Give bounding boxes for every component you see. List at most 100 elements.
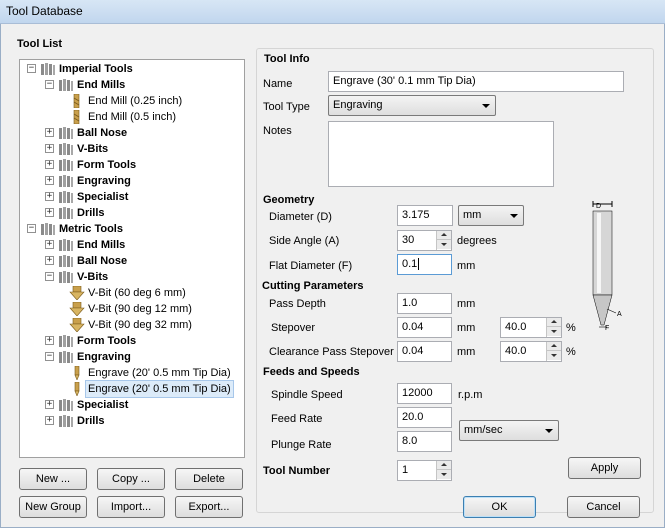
tool-group-icon [58, 254, 74, 268]
tree-node[interactable]: − Imperial Tools [20, 61, 244, 77]
ok-button[interactable]: OK [463, 496, 536, 518]
tree-node-label: Specialist [77, 191, 129, 203]
pass-depth-field[interactable]: 1.0 [397, 293, 452, 314]
diameter-field[interactable]: 3.175 [397, 205, 453, 226]
tool-type-dropdown[interactable]: Engraving [328, 95, 496, 116]
expand-icon[interactable]: + [45, 176, 54, 185]
expand-icon[interactable]: + [45, 400, 54, 409]
import-button[interactable]: Import... [97, 496, 165, 518]
tree-node[interactable]: Engrave (20' 0.5 mm Tip Dia) [20, 380, 244, 398]
cutting-parameters-heading: Cutting Parameters [262, 280, 364, 292]
tree-node[interactable]: − V-Bits [20, 269, 244, 285]
tree-node[interactable]: + Drills [20, 413, 244, 429]
new-group-button[interactable]: New Group [19, 496, 87, 518]
clearance-spinner[interactable] [546, 342, 561, 361]
tree-node[interactable]: + V-Bits [20, 141, 244, 157]
diameter-units-dropdown[interactable]: mm [458, 205, 524, 226]
new-tool-button[interactable]: New ... [19, 468, 87, 490]
expand-icon[interactable]: + [45, 416, 54, 425]
spin-down-icon[interactable] [437, 470, 451, 479]
expand-icon[interactable]: + [45, 208, 54, 217]
expand-icon[interactable]: + [45, 256, 54, 265]
expand-icon[interactable]: + [45, 160, 54, 169]
spin-down-icon[interactable] [437, 240, 451, 249]
v-bit-icon [69, 301, 85, 317]
tree-node[interactable]: + Specialist [20, 397, 244, 413]
flat-diameter-field[interactable]: 0.1 [397, 254, 452, 275]
tree-node[interactable]: + Form Tools [20, 157, 244, 173]
spin-down-icon[interactable] [547, 327, 561, 336]
tree-node-label: Engrave (20' 0.5 mm Tip Dia) [85, 380, 234, 398]
expand-icon[interactable]: + [45, 240, 54, 249]
tree-node-label: V-Bit (60 deg 6 mm) [88, 287, 186, 299]
side-angle-label: Side Angle (A) [269, 235, 340, 247]
collapse-icon[interactable]: − [45, 80, 54, 89]
expand-icon[interactable]: + [45, 144, 54, 153]
spin-down-icon[interactable] [547, 351, 561, 360]
copy-tool-button[interactable]: Copy ... [97, 468, 165, 490]
tool-group-icon [58, 334, 74, 348]
export-button[interactable]: Export... [175, 496, 243, 518]
spin-up-icon[interactable] [547, 342, 561, 351]
apply-button[interactable]: Apply [568, 457, 641, 479]
tree-node[interactable]: − End Mills [20, 77, 244, 93]
tool-group-icon [58, 350, 74, 364]
tree-node[interactable]: + Form Tools [20, 333, 244, 349]
plunge-rate-field[interactable]: 8.0 [397, 431, 452, 452]
clearance-percent-symbol: % [566, 346, 576, 358]
clearance-stepover-field[interactable]: 0.04 [397, 341, 452, 362]
delete-tool-button[interactable]: Delete [175, 468, 243, 490]
tool-info-heading: Tool Info [264, 53, 310, 65]
tree-node[interactable]: V-Bit (90 deg 32 mm) [20, 317, 244, 333]
collapse-icon[interactable]: − [45, 272, 54, 281]
tool-tree[interactable]: − Imperial Tools − End Mills End Mill (0.25 … [19, 59, 245, 458]
feed-rate-field[interactable]: 20.0 [397, 407, 452, 428]
side-angle-field[interactable]: 30 [397, 230, 452, 251]
tree-node[interactable]: − Metric Tools [20, 221, 244, 237]
tree-node[interactable]: V-Bit (60 deg 6 mm) [20, 285, 244, 301]
rate-units-value: mm/sec [464, 424, 503, 436]
tree-node[interactable]: V-Bit (90 deg 12 mm) [20, 301, 244, 317]
flat-diameter-value: 0.1 [402, 258, 418, 270]
stepover-percent-field[interactable]: 40.0 [500, 317, 562, 338]
tree-node[interactable]: Engrave (20' 0.5 mm Tip Dia) [20, 365, 244, 381]
tool-group-icon [58, 238, 74, 252]
tree-node[interactable]: End Mill (0.25 inch) [20, 93, 244, 109]
tree-node[interactable]: End Mill (0.5 inch) [20, 109, 244, 125]
expand-icon[interactable]: + [45, 128, 54, 137]
spindle-speed-field[interactable]: 12000 [397, 383, 452, 404]
tree-node[interactable]: − Engraving [20, 349, 244, 365]
tool-number-spinner[interactable] [436, 461, 451, 480]
pass-depth-label: Pass Depth [269, 298, 326, 310]
collapse-icon[interactable]: − [27, 64, 36, 73]
tree-node[interactable]: + Ball Nose [20, 253, 244, 269]
side-angle-unit: degrees [457, 235, 497, 247]
engrave-tool-icon [69, 365, 85, 381]
spindle-speed-label: Spindle Speed [271, 389, 343, 401]
tree-node[interactable]: + Ball Nose [20, 125, 244, 141]
expand-icon[interactable]: + [45, 336, 54, 345]
clearance-percent-field[interactable]: 40.0 [500, 341, 562, 362]
spin-up-icon[interactable] [547, 318, 561, 327]
tool-number-field[interactable]: 1 [397, 460, 452, 481]
name-field[interactable]: Engrave (30' 0.1 mm Tip Dia) [328, 71, 624, 92]
tree-node[interactable]: + Specialist [20, 189, 244, 205]
expand-icon[interactable]: + [45, 192, 54, 201]
side-angle-spinner[interactable] [436, 231, 451, 250]
tree-node[interactable]: + Engraving [20, 173, 244, 189]
cancel-button[interactable]: Cancel [567, 496, 640, 518]
tree-node[interactable]: + Drills [20, 205, 244, 221]
spin-up-icon[interactable] [437, 231, 451, 240]
stepover-field[interactable]: 0.04 [397, 317, 452, 338]
tree-node[interactable]: + End Mills [20, 237, 244, 253]
v-bit-icon [69, 285, 85, 301]
stepover-spinner[interactable] [546, 318, 561, 337]
spin-up-icon[interactable] [437, 461, 451, 470]
tree-node-label: Drills [77, 415, 105, 427]
tool-group-icon [58, 158, 74, 172]
collapse-icon[interactable]: − [45, 352, 54, 361]
rate-units-dropdown[interactable]: mm/sec [459, 420, 559, 441]
clearance-stepover-label: Clearance Pass Stepover [269, 346, 394, 358]
collapse-icon[interactable]: − [27, 224, 36, 233]
notes-textarea[interactable] [328, 121, 554, 187]
